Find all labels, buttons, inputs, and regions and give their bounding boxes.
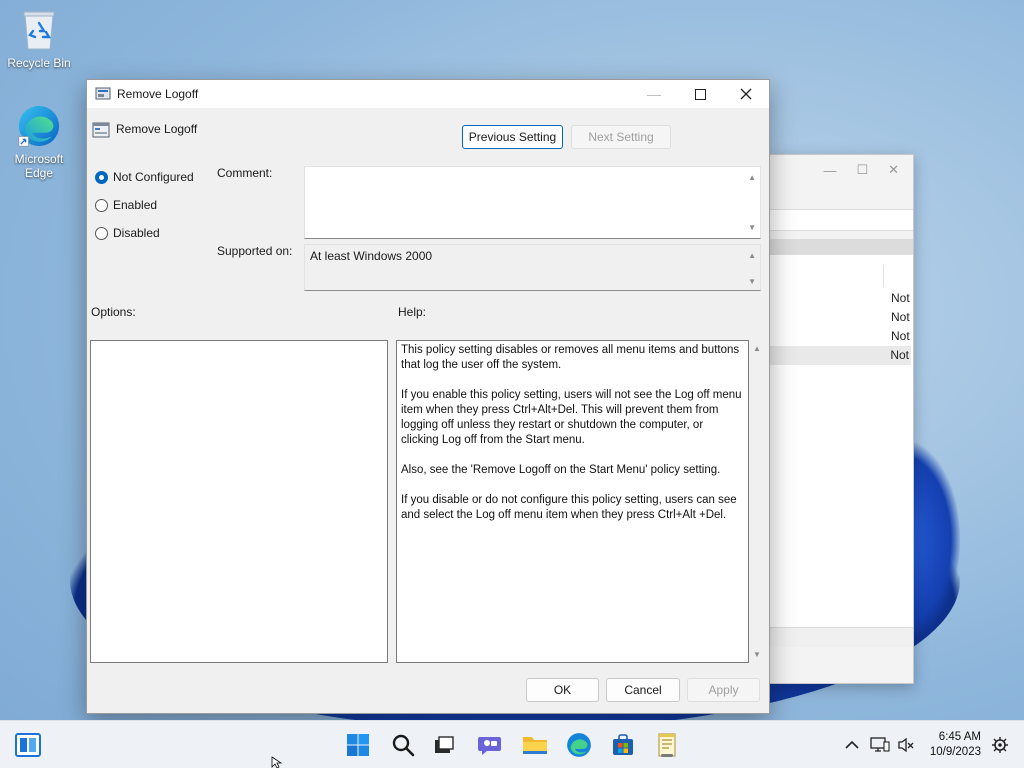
store-icon bbox=[613, 734, 633, 755]
radio-disabled[interactable]: Disabled bbox=[95, 226, 160, 240]
background-window[interactable]: — ☐ ✕ Not Not Not Not bbox=[768, 154, 914, 684]
supported-on-field: At least Windows 2000 ▲ ▼ bbox=[304, 244, 761, 291]
widgets-button[interactable] bbox=[14, 731, 42, 759]
radio-enabled[interactable]: Enabled bbox=[95, 198, 157, 212]
cancel-button[interactable]: Cancel bbox=[606, 678, 680, 702]
supported-on-label: Supported on: bbox=[217, 244, 293, 258]
task-view-icon bbox=[435, 736, 454, 753]
edge-icon bbox=[567, 733, 591, 757]
policy-settings-icon bbox=[95, 87, 111, 100]
scroll-down-icon[interactable]: ▼ bbox=[753, 650, 761, 659]
radio-label: Not Configured bbox=[113, 170, 194, 184]
apply-button[interactable]: Apply bbox=[687, 678, 760, 702]
volume-muted-icon bbox=[898, 737, 914, 753]
list-item[interactable]: Not bbox=[891, 327, 911, 346]
close-button[interactable] bbox=[723, 80, 769, 108]
radio-indicator bbox=[95, 198, 108, 212]
scroll-up-icon[interactable]: ▲ bbox=[753, 344, 761, 353]
desktop-icon-recycle-bin[interactable]: Recycle Bin bbox=[1, 8, 77, 70]
dialog-titlebar[interactable]: Remove Logoff — bbox=[87, 80, 769, 108]
list-item[interactable]: Not bbox=[891, 308, 911, 327]
list-item-selected[interactable]: Not bbox=[769, 346, 911, 365]
file-explorer-icon bbox=[523, 737, 547, 754]
supported-on-value: At least Windows 2000 bbox=[310, 249, 433, 263]
volume-button[interactable] bbox=[892, 731, 920, 759]
search-button[interactable] bbox=[389, 731, 417, 759]
options-label: Options: bbox=[91, 305, 136, 319]
radio-indicator bbox=[95, 170, 108, 184]
help-text: This policy setting disables or removes … bbox=[401, 344, 742, 521]
notepad-button[interactable] bbox=[653, 731, 681, 759]
minimize-button[interactable]: — bbox=[631, 80, 677, 108]
scroll-up-icon[interactable]: ▲ bbox=[748, 251, 756, 260]
radio-label: Disabled bbox=[113, 226, 160, 240]
background-window-column-header bbox=[769, 239, 913, 255]
dialog-title: Remove Logoff bbox=[117, 87, 199, 101]
notifications-button[interactable] bbox=[986, 731, 1014, 759]
desktop-icon-label: Microsoft Edge bbox=[14, 152, 64, 180]
policy-icon bbox=[92, 122, 110, 138]
mouse-cursor-icon bbox=[271, 756, 283, 768]
edge-icon bbox=[17, 104, 61, 148]
maximize-icon[interactable]: ☐ bbox=[856, 162, 868, 178]
options-pane[interactable] bbox=[90, 340, 388, 663]
minimize-icon[interactable]: — bbox=[823, 163, 836, 178]
recycle-bin-icon bbox=[20, 8, 58, 52]
chat-icon bbox=[478, 737, 501, 755]
scroll-down-icon[interactable]: ▼ bbox=[748, 223, 756, 232]
ok-button[interactable]: OK bbox=[526, 678, 599, 702]
close-icon[interactable]: ✕ bbox=[888, 162, 899, 178]
widgets-icon bbox=[15, 733, 41, 757]
policy-name: Remove Logoff bbox=[116, 122, 198, 136]
scroll-down-icon[interactable]: ▼ bbox=[748, 277, 756, 286]
start-button[interactable] bbox=[344, 731, 372, 759]
help-pane[interactable]: This policy setting disables or removes … bbox=[396, 340, 749, 663]
background-window-toolbar bbox=[769, 209, 913, 231]
maximize-icon bbox=[694, 88, 706, 100]
next-setting-button[interactable]: Next Setting bbox=[571, 125, 671, 149]
policy-dialog: Remove Logoff — Remove Logoff Previous S… bbox=[86, 79, 770, 714]
store-button[interactable] bbox=[609, 731, 637, 759]
show-hidden-icons-button[interactable] bbox=[838, 731, 866, 759]
background-window-status bbox=[769, 627, 913, 647]
chat-button[interactable] bbox=[476, 731, 504, 759]
minimize-icon: — bbox=[647, 86, 661, 102]
network-button[interactable] bbox=[866, 731, 894, 759]
previous-setting-button[interactable]: Previous Setting bbox=[462, 125, 563, 149]
notification-settings-icon bbox=[992, 737, 1008, 753]
list-item[interactable]: Not bbox=[891, 289, 911, 308]
task-view-button[interactable] bbox=[430, 731, 458, 759]
radio-not-configured[interactable]: Not Configured bbox=[95, 170, 194, 184]
search-icon bbox=[392, 734, 415, 757]
scroll-up-icon[interactable]: ▲ bbox=[748, 173, 756, 182]
start-icon bbox=[347, 734, 369, 756]
radio-indicator bbox=[95, 226, 108, 240]
column-separator bbox=[883, 265, 884, 287]
comment-field[interactable]: ▲ ▼ bbox=[304, 166, 761, 239]
active-app-indicator bbox=[661, 754, 673, 757]
help-label: Help: bbox=[398, 305, 427, 319]
network-icon bbox=[870, 737, 890, 752]
desktop-icon-label: Recycle Bin bbox=[7, 56, 71, 70]
clock-date: 10/9/2023 bbox=[929, 746, 981, 758]
edge-button[interactable] bbox=[565, 731, 593, 759]
radio-label: Enabled bbox=[113, 198, 158, 212]
comment-label: Comment: bbox=[217, 166, 273, 180]
desktop-icon-microsoft-edge[interactable]: Microsoft Edge bbox=[1, 104, 77, 180]
close-icon bbox=[740, 88, 752, 100]
clock-time: 6:45 AM bbox=[938, 731, 981, 743]
taskbar: 6:45 AM 10/9/2023 bbox=[0, 720, 1024, 768]
background-window-controls: — ☐ ✕ bbox=[769, 155, 913, 185]
chevron-up-icon bbox=[845, 740, 859, 749]
maximize-button[interactable] bbox=[677, 80, 723, 108]
file-explorer-button[interactable] bbox=[521, 731, 549, 759]
clock[interactable]: 6:45 AM 10/9/2023 bbox=[930, 730, 981, 760]
